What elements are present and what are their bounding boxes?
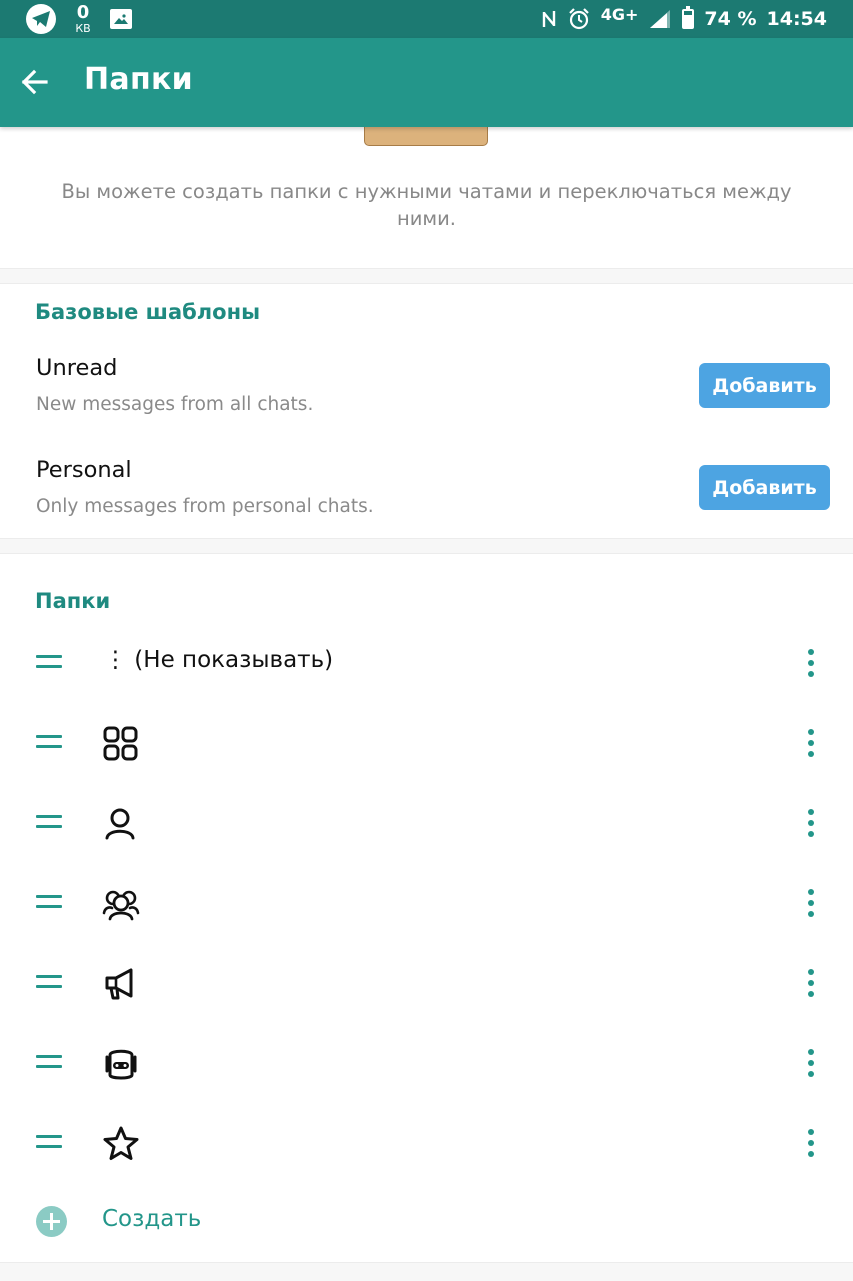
folder-row[interactable]	[0, 783, 853, 863]
more-options-icon[interactable]	[800, 1123, 822, 1163]
group-icon	[102, 890, 140, 921]
template-title: Personal	[36, 457, 132, 483]
clock: 14:54	[766, 8, 827, 30]
folder-row[interactable]	[0, 863, 853, 943]
star-icon	[103, 1126, 139, 1160]
battery-icon	[682, 6, 695, 29]
add-circle-icon	[36, 1206, 67, 1237]
template-subtitle: Only messages from personal chats.	[36, 496, 374, 517]
section-divider	[0, 1262, 853, 1281]
more-options-icon[interactable]	[800, 723, 822, 763]
drag-handle-icon[interactable]	[36, 1055, 62, 1071]
drag-handle-icon[interactable]	[36, 815, 62, 831]
folder-row[interactable]	[0, 1103, 853, 1183]
battery-level: 74 %	[704, 8, 757, 30]
gallery-icon	[110, 9, 132, 29]
megaphone-icon	[105, 968, 133, 1000]
more-options-icon[interactable]	[800, 1043, 822, 1083]
create-folder-button[interactable]: Создать	[0, 1190, 853, 1252]
signal-icon	[650, 10, 671, 28]
create-label: Создать	[102, 1206, 202, 1232]
alarm-icon	[568, 8, 589, 30]
drag-handle-icon[interactable]	[36, 655, 62, 671]
page-title: Папки	[84, 62, 193, 97]
status-bar: 0 КВ 4G+ 74 % 14:54	[0, 0, 853, 38]
app-bar: Папки	[0, 38, 853, 127]
folder-row[interactable]	[0, 1023, 853, 1103]
data-speed-indicator: 0 КВ	[75, 2, 91, 35]
description-text: Вы можете создать папки с нужными чатами…	[61, 180, 792, 230]
section-divider	[0, 268, 853, 284]
more-options-icon[interactable]	[800, 883, 822, 923]
section-divider	[0, 538, 853, 554]
grid-icon	[103, 726, 138, 761]
folder-row[interactable]: ⋮ (Не показывать)	[0, 623, 853, 703]
more-options-icon[interactable]	[800, 643, 822, 683]
add-unread-button[interactable]: Добавить	[699, 363, 830, 408]
drag-handle-icon[interactable]	[36, 975, 62, 991]
folders-header: Папки	[35, 589, 111, 613]
drag-handle-icon[interactable]	[36, 895, 62, 911]
folder-name: ⋮ (Не показывать)	[104, 647, 334, 673]
template-title: Unread	[36, 355, 118, 381]
template-subtitle: New messages from all chats.	[36, 394, 314, 415]
add-personal-button[interactable]: Добавить	[699, 465, 830, 510]
more-options-icon[interactable]	[800, 803, 822, 843]
templates-header: Базовые шаблоны	[35, 300, 261, 324]
bot-icon	[105, 1049, 137, 1080]
telegram-icon	[26, 4, 56, 34]
drag-handle-icon[interactable]	[36, 1135, 62, 1151]
person-icon	[105, 808, 135, 840]
drag-handle-icon[interactable]	[36, 735, 62, 751]
folder-row[interactable]	[0, 943, 853, 1023]
more-options-icon[interactable]	[800, 963, 822, 1003]
nfc-icon	[542, 11, 555, 27]
folder-row[interactable]	[0, 703, 853, 783]
network-type: 4G+	[600, 4, 639, 24]
back-button[interactable]	[16, 60, 56, 104]
arrow-left-icon	[21, 69, 48, 95]
